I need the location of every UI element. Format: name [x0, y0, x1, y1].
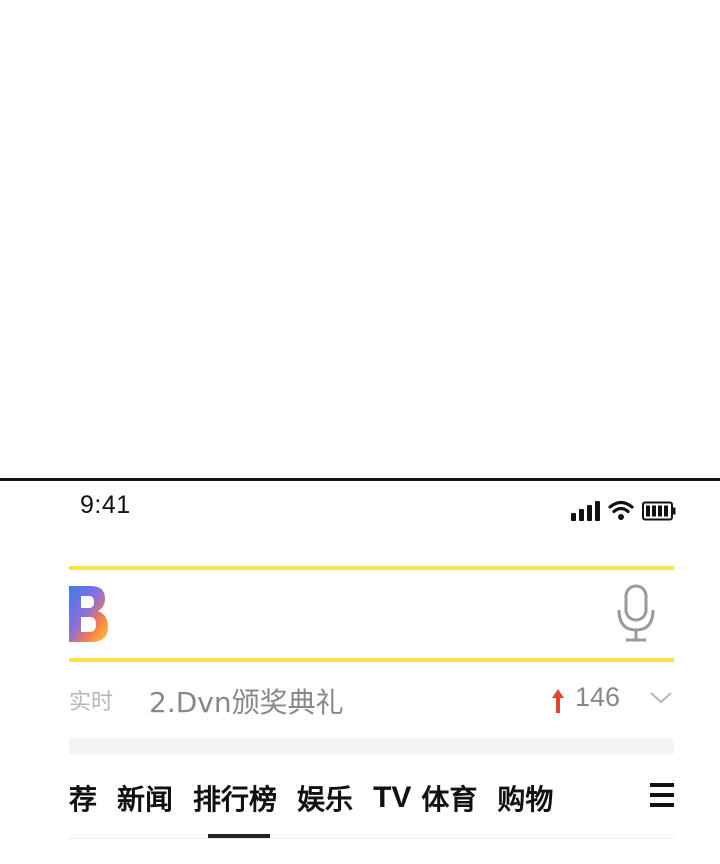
tab-entertainment[interactable]: 娱乐: [297, 778, 353, 818]
signal-icon: [571, 501, 600, 521]
status-bar: 9:41: [0, 481, 720, 531]
trending-keyword[interactable]: 2.Dvn颁奖典礼: [149, 681, 344, 721]
trending-count: 146: [575, 682, 621, 712]
tab-sports[interactable]: 体育: [421, 778, 477, 818]
trending-tag: 实时: [69, 690, 114, 715]
tab-recommend[interactable]: 荐: [69, 778, 97, 818]
app-logo: [69, 582, 109, 646]
up-arrow-icon: [551, 688, 565, 714]
status-time: 9:41: [80, 491, 131, 519]
app-screen: 9:41 实时 2.Dvn颁奖典礼 146 荐 新闻 排行榜 娱乐 TV 体育 …: [0, 0, 720, 864]
tab-news[interactable]: 新闻: [117, 778, 173, 818]
battery-icon: [642, 501, 676, 521]
chevron-down-icon[interactable]: [649, 690, 673, 706]
blank-area: [0, 0, 720, 478]
tab-ranking[interactable]: 排行榜: [193, 778, 277, 818]
wifi-icon: [608, 499, 634, 521]
trending-row[interactable]: 实时 2.Dvn颁奖典礼 146: [69, 672, 679, 724]
search-input[interactable]: [129, 590, 593, 640]
hamburger-menu-icon[interactable]: [650, 783, 674, 809]
search-bar: [69, 566, 674, 662]
tabs-bottom-divider: [69, 838, 674, 839]
section-divider: [69, 738, 674, 754]
status-icons: [571, 499, 676, 521]
category-tabs: 荐 新闻 排行榜 娱乐 TV 体育 购物: [69, 772, 674, 824]
tab-shopping[interactable]: 购物: [497, 778, 553, 818]
microphone-icon[interactable]: [614, 584, 658, 644]
tab-tv[interactable]: TV: [373, 781, 411, 815]
